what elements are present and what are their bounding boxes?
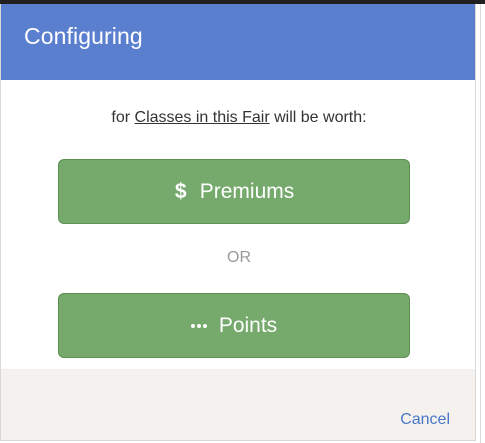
- dot-mark: [190, 323, 195, 328]
- premiums-button[interactable]: $ Premiums: [58, 159, 410, 224]
- dialog-footer: Cancel: [1, 369, 475, 440]
- or-separator: OR: [227, 249, 251, 266]
- prompt-prefix: for: [111, 109, 135, 126]
- prompt-suffix: will be worth:: [269, 109, 367, 126]
- right-window-edge: [479, 4, 485, 443]
- dollar-icon: $: [174, 180, 187, 203]
- configuring-dialog: Configuring for Classes in this Fair wil…: [0, 4, 476, 441]
- dot-mark: [202, 323, 207, 328]
- premiums-button-label: Premiums: [199, 180, 295, 203]
- dialog-header: Configuring: [1, 4, 475, 80]
- dots-icon: [190, 323, 207, 328]
- points-button[interactable]: Points: [58, 293, 410, 358]
- dialog-body: for Classes in this Fair will be worth: …: [1, 80, 475, 369]
- dot-mark: [196, 323, 201, 328]
- premiums-button-content: $ Premiums: [174, 160, 295, 223]
- cancel-link[interactable]: Cancel: [400, 410, 450, 430]
- configuration-prompt: for Classes in this Fair will be worth:: [1, 108, 477, 128]
- configuring-dialog-screen: Configuring for Classes in this Fair wil…: [0, 0, 485, 443]
- classes-in-this-fair-link[interactable]: Classes in this Fair: [135, 109, 270, 126]
- points-button-content: Points: [190, 294, 278, 357]
- points-button-label: Points: [218, 314, 278, 337]
- dialog-title: Configuring: [24, 23, 143, 49]
